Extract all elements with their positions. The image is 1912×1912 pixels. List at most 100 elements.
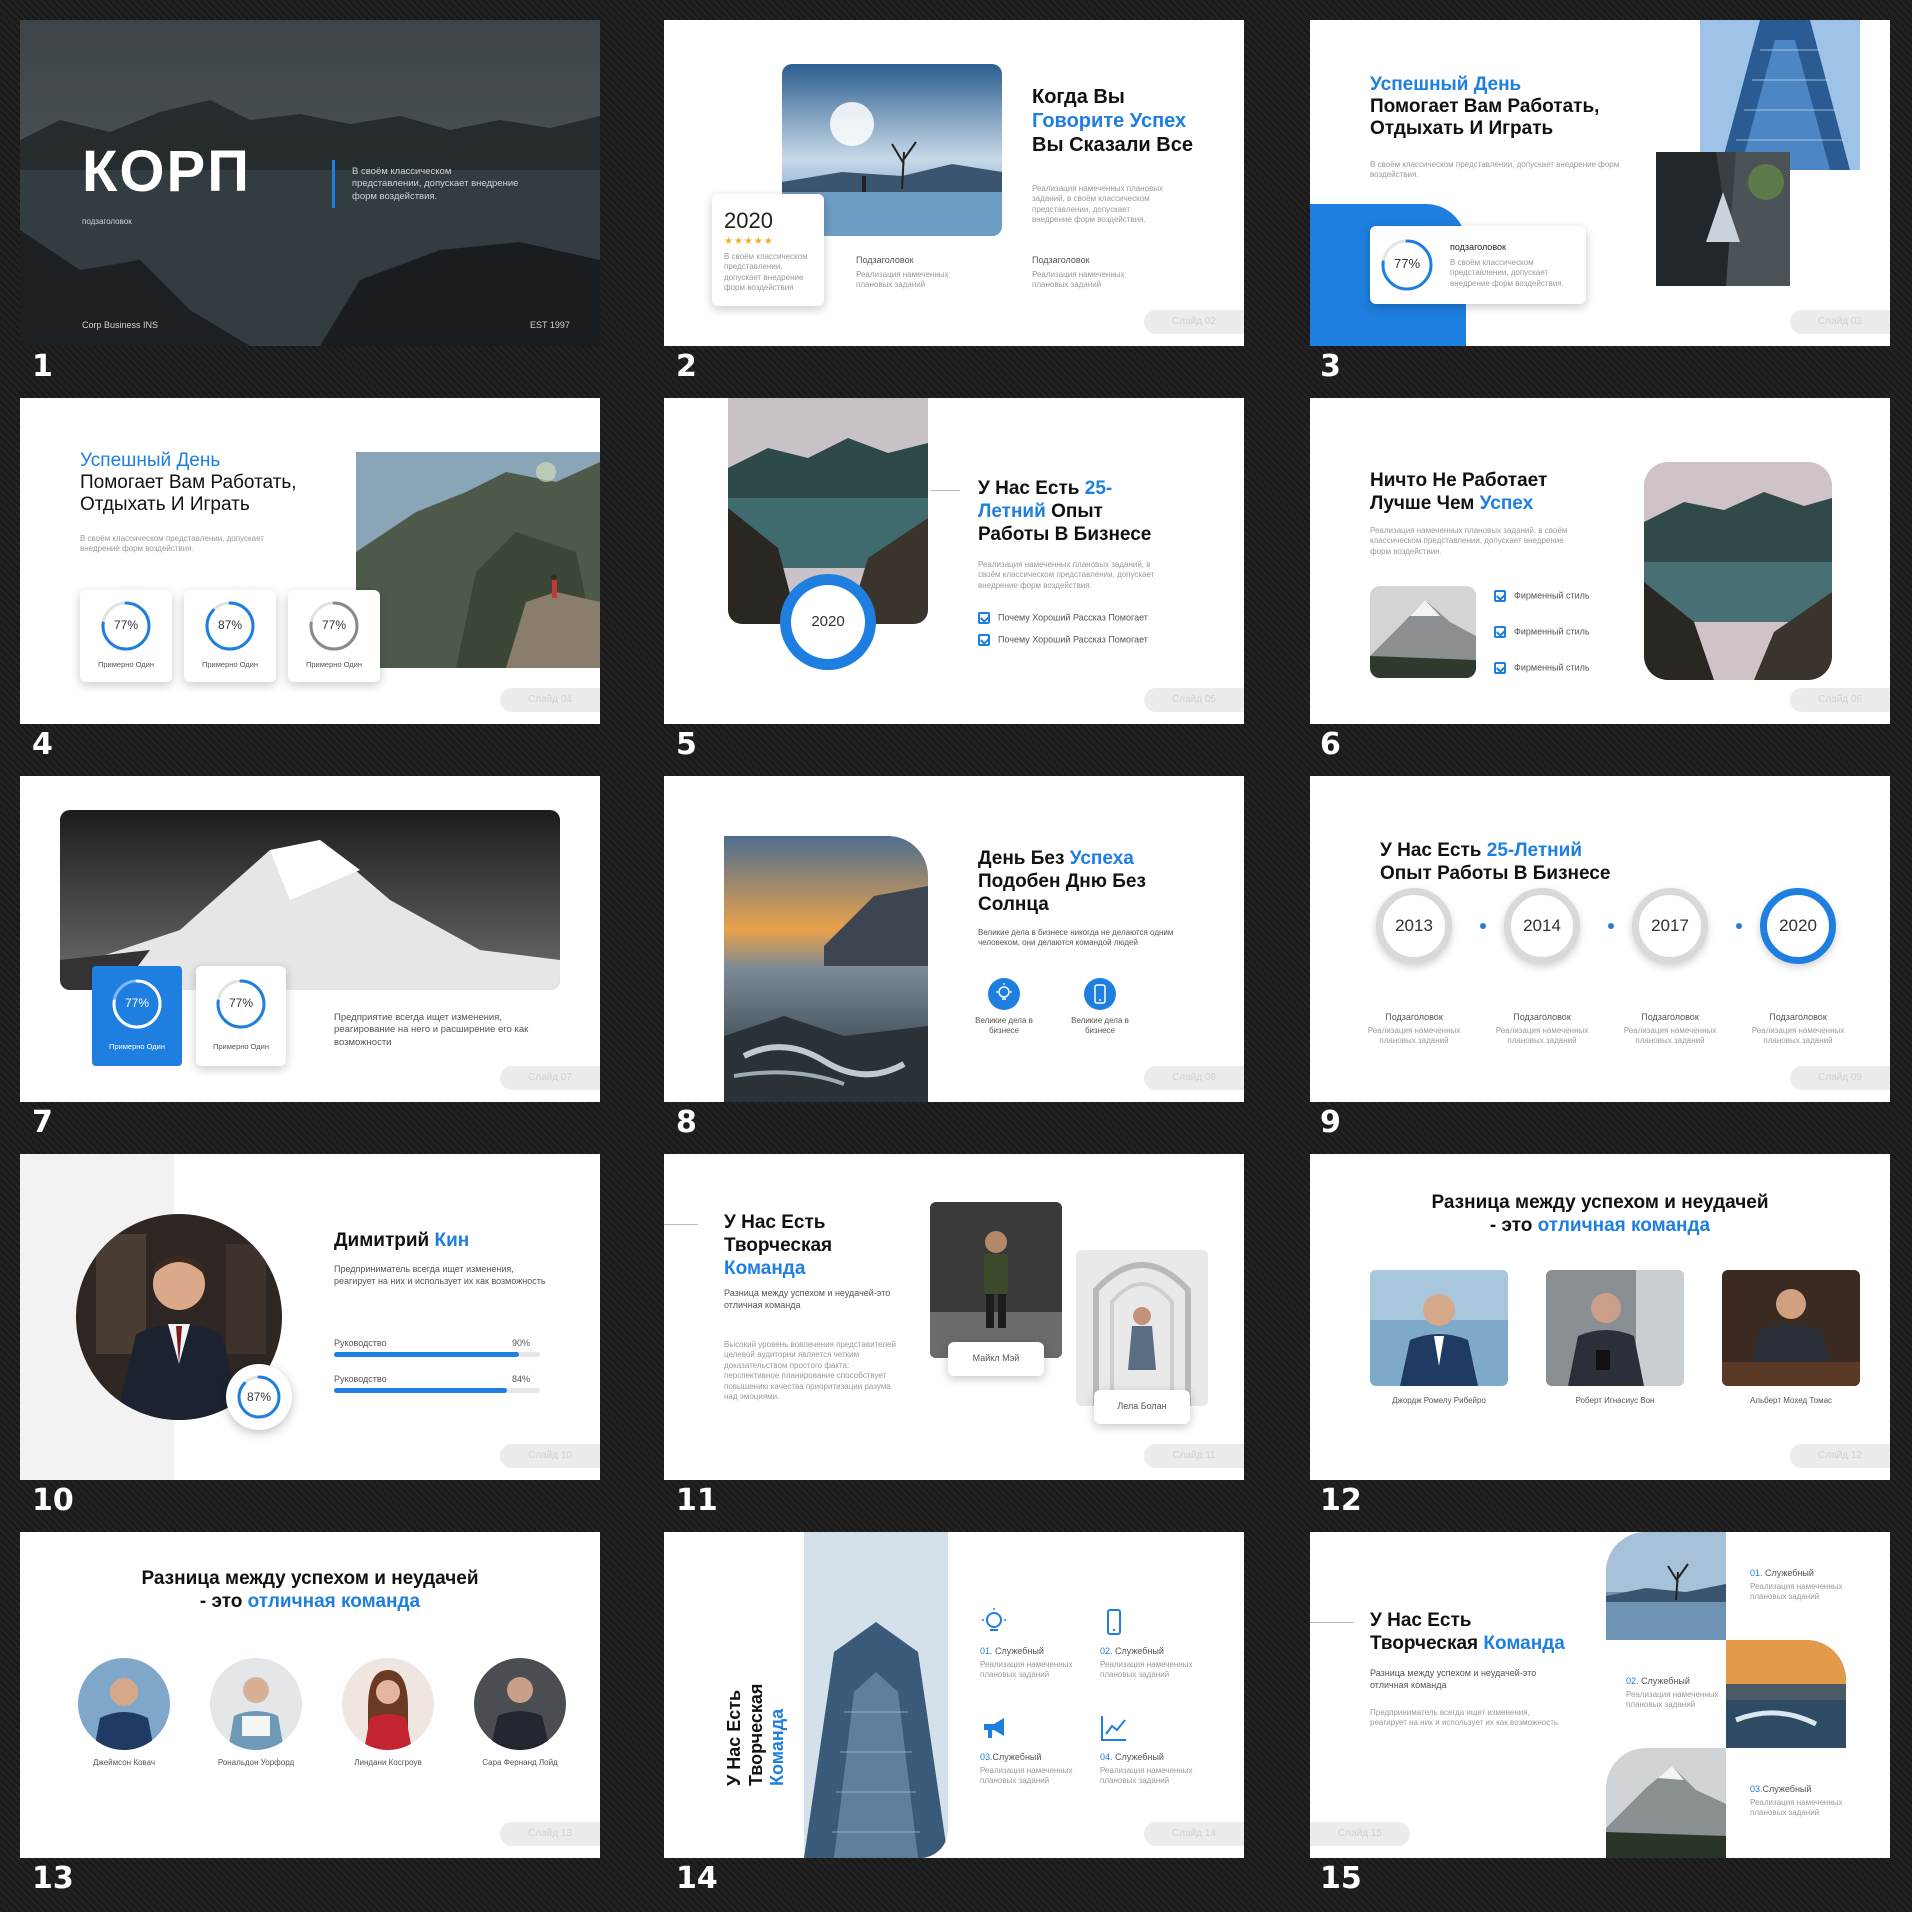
slide-1-description: В своём классическом представлении, допу…	[352, 166, 519, 202]
title-part: Творческая	[1370, 1633, 1484, 1654]
team-member-name: Майкл Мэй	[972, 1353, 1020, 1363]
slide-2-title-line-1: Когда Вы	[1032, 86, 1125, 108]
checklist-item: Почему Хороший Рассказ Помогает	[978, 634, 1148, 646]
slide-9[interactable]: У Нас Есть 25-Летний Опыт Работы В Бизне…	[1310, 776, 1890, 1102]
service-item-label: Служебный	[1641, 1676, 1690, 1686]
service-item-title: 01. Служебный	[1750, 1568, 1814, 1580]
slide-label: Слайд 10	[500, 1444, 600, 1468]
slide-4-description: В своём классическом представлении, допу…	[80, 534, 264, 554]
team-member-name: Джеймсон Ковач	[92, 1758, 156, 1767]
slide-10[interactable]: 87% Димитрий Кин Предприниматель всегда …	[20, 1154, 600, 1480]
slide-6-description: Реализация намеченных плановых заданий, …	[1370, 526, 1568, 556]
stat-card-label: Примерно Один	[305, 660, 363, 669]
slide-9-title-line-2: Опыт Работы В Бизнесе	[1380, 863, 1611, 884]
timeline-year: 2014	[1504, 888, 1580, 964]
slide-8-title-line-1: День Без Успеха	[978, 848, 1134, 870]
lightbulb-icon	[982, 1608, 1006, 1631]
checklist-item: Почему Хороший Рассказ Помогает	[978, 612, 1148, 624]
slide-15[interactable]: У Нас Есть Творческая Команда Разница ме…	[1310, 1532, 1890, 1858]
slide-1[interactable]: КОРП В своём классическом представлении,…	[20, 20, 600, 346]
slide-4-title-line-3: Отдыхать И Играть	[80, 494, 250, 515]
slide-11-title-line-2: Творческая	[724, 1235, 833, 1256]
slide-label: Слайд 09	[1790, 1066, 1890, 1090]
progress-value: 77%	[321, 618, 347, 632]
timeline-dot	[1480, 923, 1486, 929]
service-item-text: Реализация намеченных плановых заданий	[980, 1660, 1073, 1680]
service-item-title: 02. Служебный	[1100, 1646, 1164, 1658]
snowy-mountain-photo	[60, 810, 560, 990]
title-divider	[332, 160, 335, 208]
checklist-item: Фирменный стиль	[1494, 662, 1590, 674]
title-highlight: отличная команда	[247, 1591, 421, 1612]
slide-8-title-line-3: Солнца	[978, 894, 1049, 915]
slide-3-title-line-2: Помогает Вам Работать,	[1370, 96, 1600, 117]
slide-3[interactable]: Успешный День Помогает Вам Работать, Отд…	[1310, 20, 1890, 346]
slide-label: Слайд 04	[500, 688, 600, 712]
timeline-year: 2017	[1632, 888, 1708, 964]
slide-3-title-line-1: Успешный День	[1370, 74, 1522, 95]
timeline-year: 2013	[1376, 888, 1452, 964]
person-name: Димитрий Кин	[334, 1230, 469, 1252]
slide-label: Слайд 03	[1790, 310, 1890, 334]
slide-label: Слайд 06	[1790, 688, 1890, 712]
skill-bar	[334, 1352, 540, 1357]
service-item-number: 03.	[980, 1752, 993, 1762]
service-item-label: Служебный	[995, 1646, 1044, 1656]
service-item-label: Служебный	[1115, 1752, 1164, 1762]
timeline-dot	[1736, 923, 1742, 929]
progress-value: 77%	[113, 618, 139, 632]
title-part: Лучше Чем	[1370, 493, 1480, 514]
accent-line	[664, 1224, 698, 1225]
slide-1-title: КОРП	[82, 139, 251, 204]
slide-label: Слайд 07	[500, 1066, 600, 1090]
slide-number: 6	[1320, 727, 1341, 762]
skill-bar	[334, 1388, 540, 1393]
skyscraper-photo	[804, 1532, 948, 1858]
team-member-name: Джордж Ромелу Рибейро	[1392, 1396, 1486, 1405]
timeline-subheading: Подзаголовок	[1513, 1012, 1571, 1022]
snowy-peak-photo	[1606, 1748, 1726, 1858]
slide-number: 7	[32, 1105, 53, 1140]
slide-15-text: Предприниматель всегда ищет изменения, р…	[1370, 1708, 1559, 1728]
vertical-title-line-2: Творческая	[745, 1683, 766, 1786]
slide-8[interactable]: День Без Успеха Подобен Дню Без Солнца В…	[664, 776, 1244, 1102]
team-member-name: Линдани Косгроув	[354, 1758, 422, 1767]
skill-bar-fill	[334, 1352, 520, 1357]
slide-11-description: Разница между успехом и неудачей-это отл…	[724, 1288, 891, 1310]
phone-icon	[1107, 1609, 1121, 1635]
slide-12-title-line-2: - это отличная команда	[1310, 1215, 1890, 1237]
timeline-subheading: Подзаголовок	[1385, 1012, 1443, 1022]
title-highlight: Команда	[1483, 1633, 1565, 1654]
slide-7[interactable]: 77% Примерно Один 77% Примерно Один Пред…	[20, 776, 600, 1102]
title-part: У Нас Есть	[978, 478, 1085, 499]
slide-6[interactable]: Ничто Не Работает Лучше Чем Успех Реализ…	[1310, 398, 1890, 724]
phone-icon	[1084, 978, 1116, 1010]
slide-2-description: Реализация намеченных плановых заданий, …	[1032, 184, 1164, 225]
title-highlight: 25-Летний	[1486, 840, 1583, 861]
stat-card-label: Примерно Один	[212, 1042, 270, 1051]
checklist-label: Фирменный стиль	[1514, 626, 1590, 637]
team-member-photo	[1076, 1250, 1208, 1406]
service-item-title: 03.Служебный	[1750, 1784, 1811, 1796]
slide-11-text: Высокий уровень вовлечения представителе…	[724, 1340, 896, 1401]
stat-card-label: Примерно Один	[97, 660, 155, 669]
subheading-1: Подзаголовок	[856, 255, 914, 265]
slide-5[interactable]: 2020 У Нас Есть 25- Летний Опыт Работы В…	[664, 398, 1244, 724]
skill-label: Руководство	[334, 1374, 387, 1384]
slide-label: Слайд 08	[1144, 1066, 1244, 1090]
slide-4[interactable]: Успешный День Помогает Вам Работать, Отд…	[20, 398, 600, 724]
name-last: Кин	[434, 1230, 470, 1251]
year-value: 2020	[724, 208, 773, 233]
slide-2[interactable]: 2020 ★★★★★ В своём классическом представ…	[664, 20, 1244, 346]
sea-sunset-photo	[724, 836, 928, 1102]
slide-14[interactable]: У Нас Есть Творческая Команда 01. Служеб…	[664, 1532, 1244, 1858]
slide-13[interactable]: Разница между успехом и неудачей - это о…	[20, 1532, 600, 1858]
slide-4-title-line-2: Помогает Вам Работать,	[80, 472, 297, 493]
slide-12[interactable]: Разница между успехом и неудачей - это о…	[1310, 1154, 1890, 1480]
slide-11[interactable]: У Нас Есть Творческая Команда Разница ме…	[664, 1154, 1244, 1480]
stat-card: 77% подзаголовок В своём классическом пр…	[1370, 226, 1586, 304]
title-highlight: Успех	[1479, 493, 1534, 514]
title-highlight: Летний	[978, 501, 1046, 522]
slide-15-title-line-2: Творческая Команда	[1370, 1633, 1565, 1655]
team-member-label: Лела Болан	[1094, 1390, 1190, 1424]
